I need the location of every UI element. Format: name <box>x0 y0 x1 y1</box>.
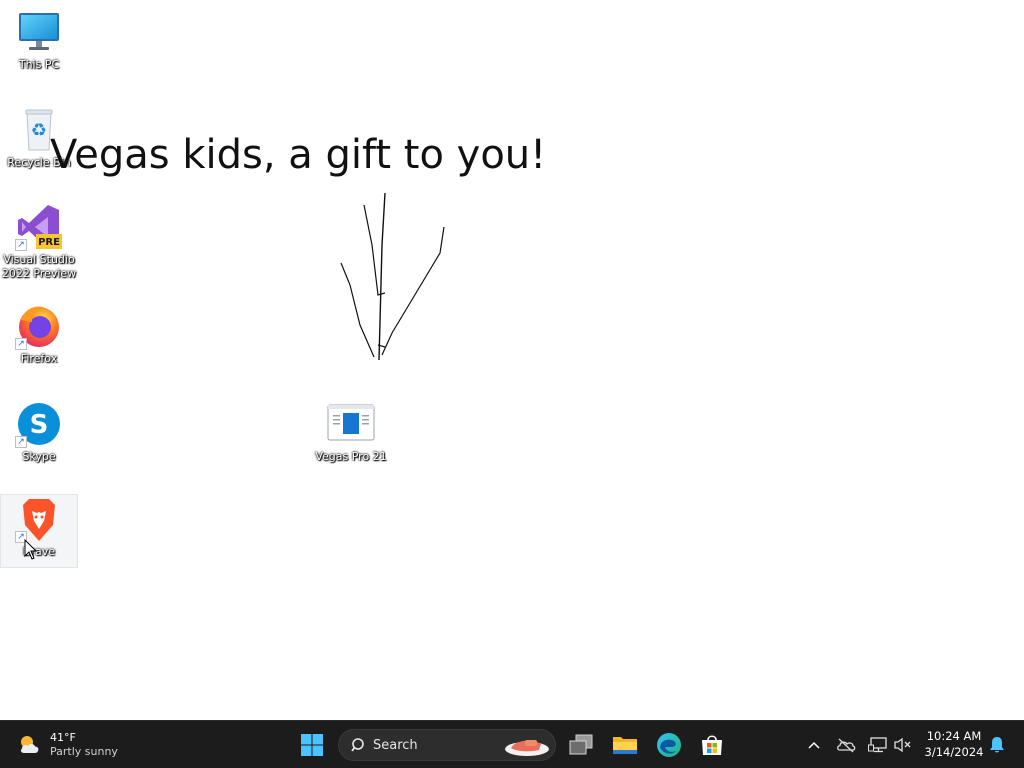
store-icon <box>702 735 722 755</box>
volume-muted-icon <box>894 737 911 753</box>
task-view-icon <box>569 734 593 755</box>
monitor-icon <box>15 8 63 56</box>
task-view-button[interactable] <box>561 725 601 765</box>
edge-icon <box>657 733 681 757</box>
icon-label: This PC <box>18 58 60 71</box>
svg-text:♻: ♻ <box>31 120 47 141</box>
weather-widget[interactable]: 41°F Partly sunny <box>16 727 118 763</box>
volume-button[interactable] <box>893 735 913 755</box>
icon-label: Skype <box>22 450 56 463</box>
file-explorer-button[interactable] <box>605 725 645 765</box>
icon-label: Visual Studio 2022 Preview <box>1 253 77 280</box>
show-hidden-icons-button[interactable] <box>804 735 824 755</box>
icon-label: Firefox <box>20 352 58 365</box>
icon-label: Vegas Pro 21 <box>315 450 387 463</box>
taskbar: 41°F Partly sunny Search 10:24 AM 3/14/2… <box>0 720 1024 768</box>
desktop-icon-brave[interactable]: ↗ Brave <box>0 494 78 568</box>
start-button[interactable] <box>292 725 332 765</box>
notification-bell-icon <box>990 737 1004 753</box>
wallpaper-text: Vegas kids, a gift to you! <box>50 132 547 178</box>
icon-label: Brave <box>22 545 56 558</box>
network-button[interactable] <box>868 735 888 755</box>
svg-text:S: S <box>30 410 49 440</box>
desktop-icon-this-pc[interactable]: This PC <box>1 8 77 78</box>
weather-temperature: 41°F <box>50 731 76 744</box>
microsoft-store-button[interactable] <box>692 725 732 765</box>
taskbar-search-box[interactable]: Search <box>338 729 556 761</box>
search-icon <box>351 738 364 752</box>
visual-studio-icon: PRE ↗ <box>15 203 63 251</box>
onedrive-button[interactable] <box>836 735 856 755</box>
desktop-icon-firefox[interactable]: ↗ Firefox <box>1 302 77 372</box>
search-label: Search <box>373 737 418 753</box>
firefox-icon: ↗ <box>15 302 63 350</box>
chevron-up-icon <box>808 741 820 749</box>
clock-date: 3/14/2024 <box>924 745 984 759</box>
partly-sunny-icon <box>16 731 44 759</box>
network-icon <box>868 737 887 753</box>
edge-button[interactable] <box>649 725 689 765</box>
clock-time: 10:24 AM <box>926 729 982 743</box>
clock-button[interactable]: 10:24 AM 3/14/2024 <box>922 728 986 760</box>
shortcut-arrow-icon: ↗ <box>15 338 27 350</box>
vegas-pro-icon <box>327 400 375 448</box>
desktop[interactable]: This PC ♻ Recycle Bin PRE ↗ Visual Studi… <box>0 0 1024 720</box>
notifications-button[interactable] <box>987 735 1007 755</box>
mouse-cursor-icon <box>24 539 38 560</box>
folder-icon <box>613 737 637 754</box>
hand-drawn-sketch <box>340 192 445 361</box>
desktop-icon-visual-studio[interactable]: PRE ↗ Visual Studio 2022 Preview <box>1 203 77 280</box>
shortcut-arrow-icon: ↗ <box>15 239 27 251</box>
brave-icon: ↗ <box>15 495 63 543</box>
shortcut-arrow-icon: ↗ <box>15 436 27 448</box>
weather-condition: Partly sunny <box>50 745 118 758</box>
windows-logo-icon <box>301 734 323 756</box>
skype-icon: S ↗ <box>15 400 63 448</box>
desktop-icon-skype[interactable]: S ↗ Skype <box>1 400 77 470</box>
onedrive-offline-icon <box>837 738 856 753</box>
pre-badge: PRE <box>38 237 60 248</box>
search-highlight-icon <box>505 740 549 756</box>
desktop-icon-vegas-pro[interactable]: Vegas Pro 21 <box>313 400 389 470</box>
